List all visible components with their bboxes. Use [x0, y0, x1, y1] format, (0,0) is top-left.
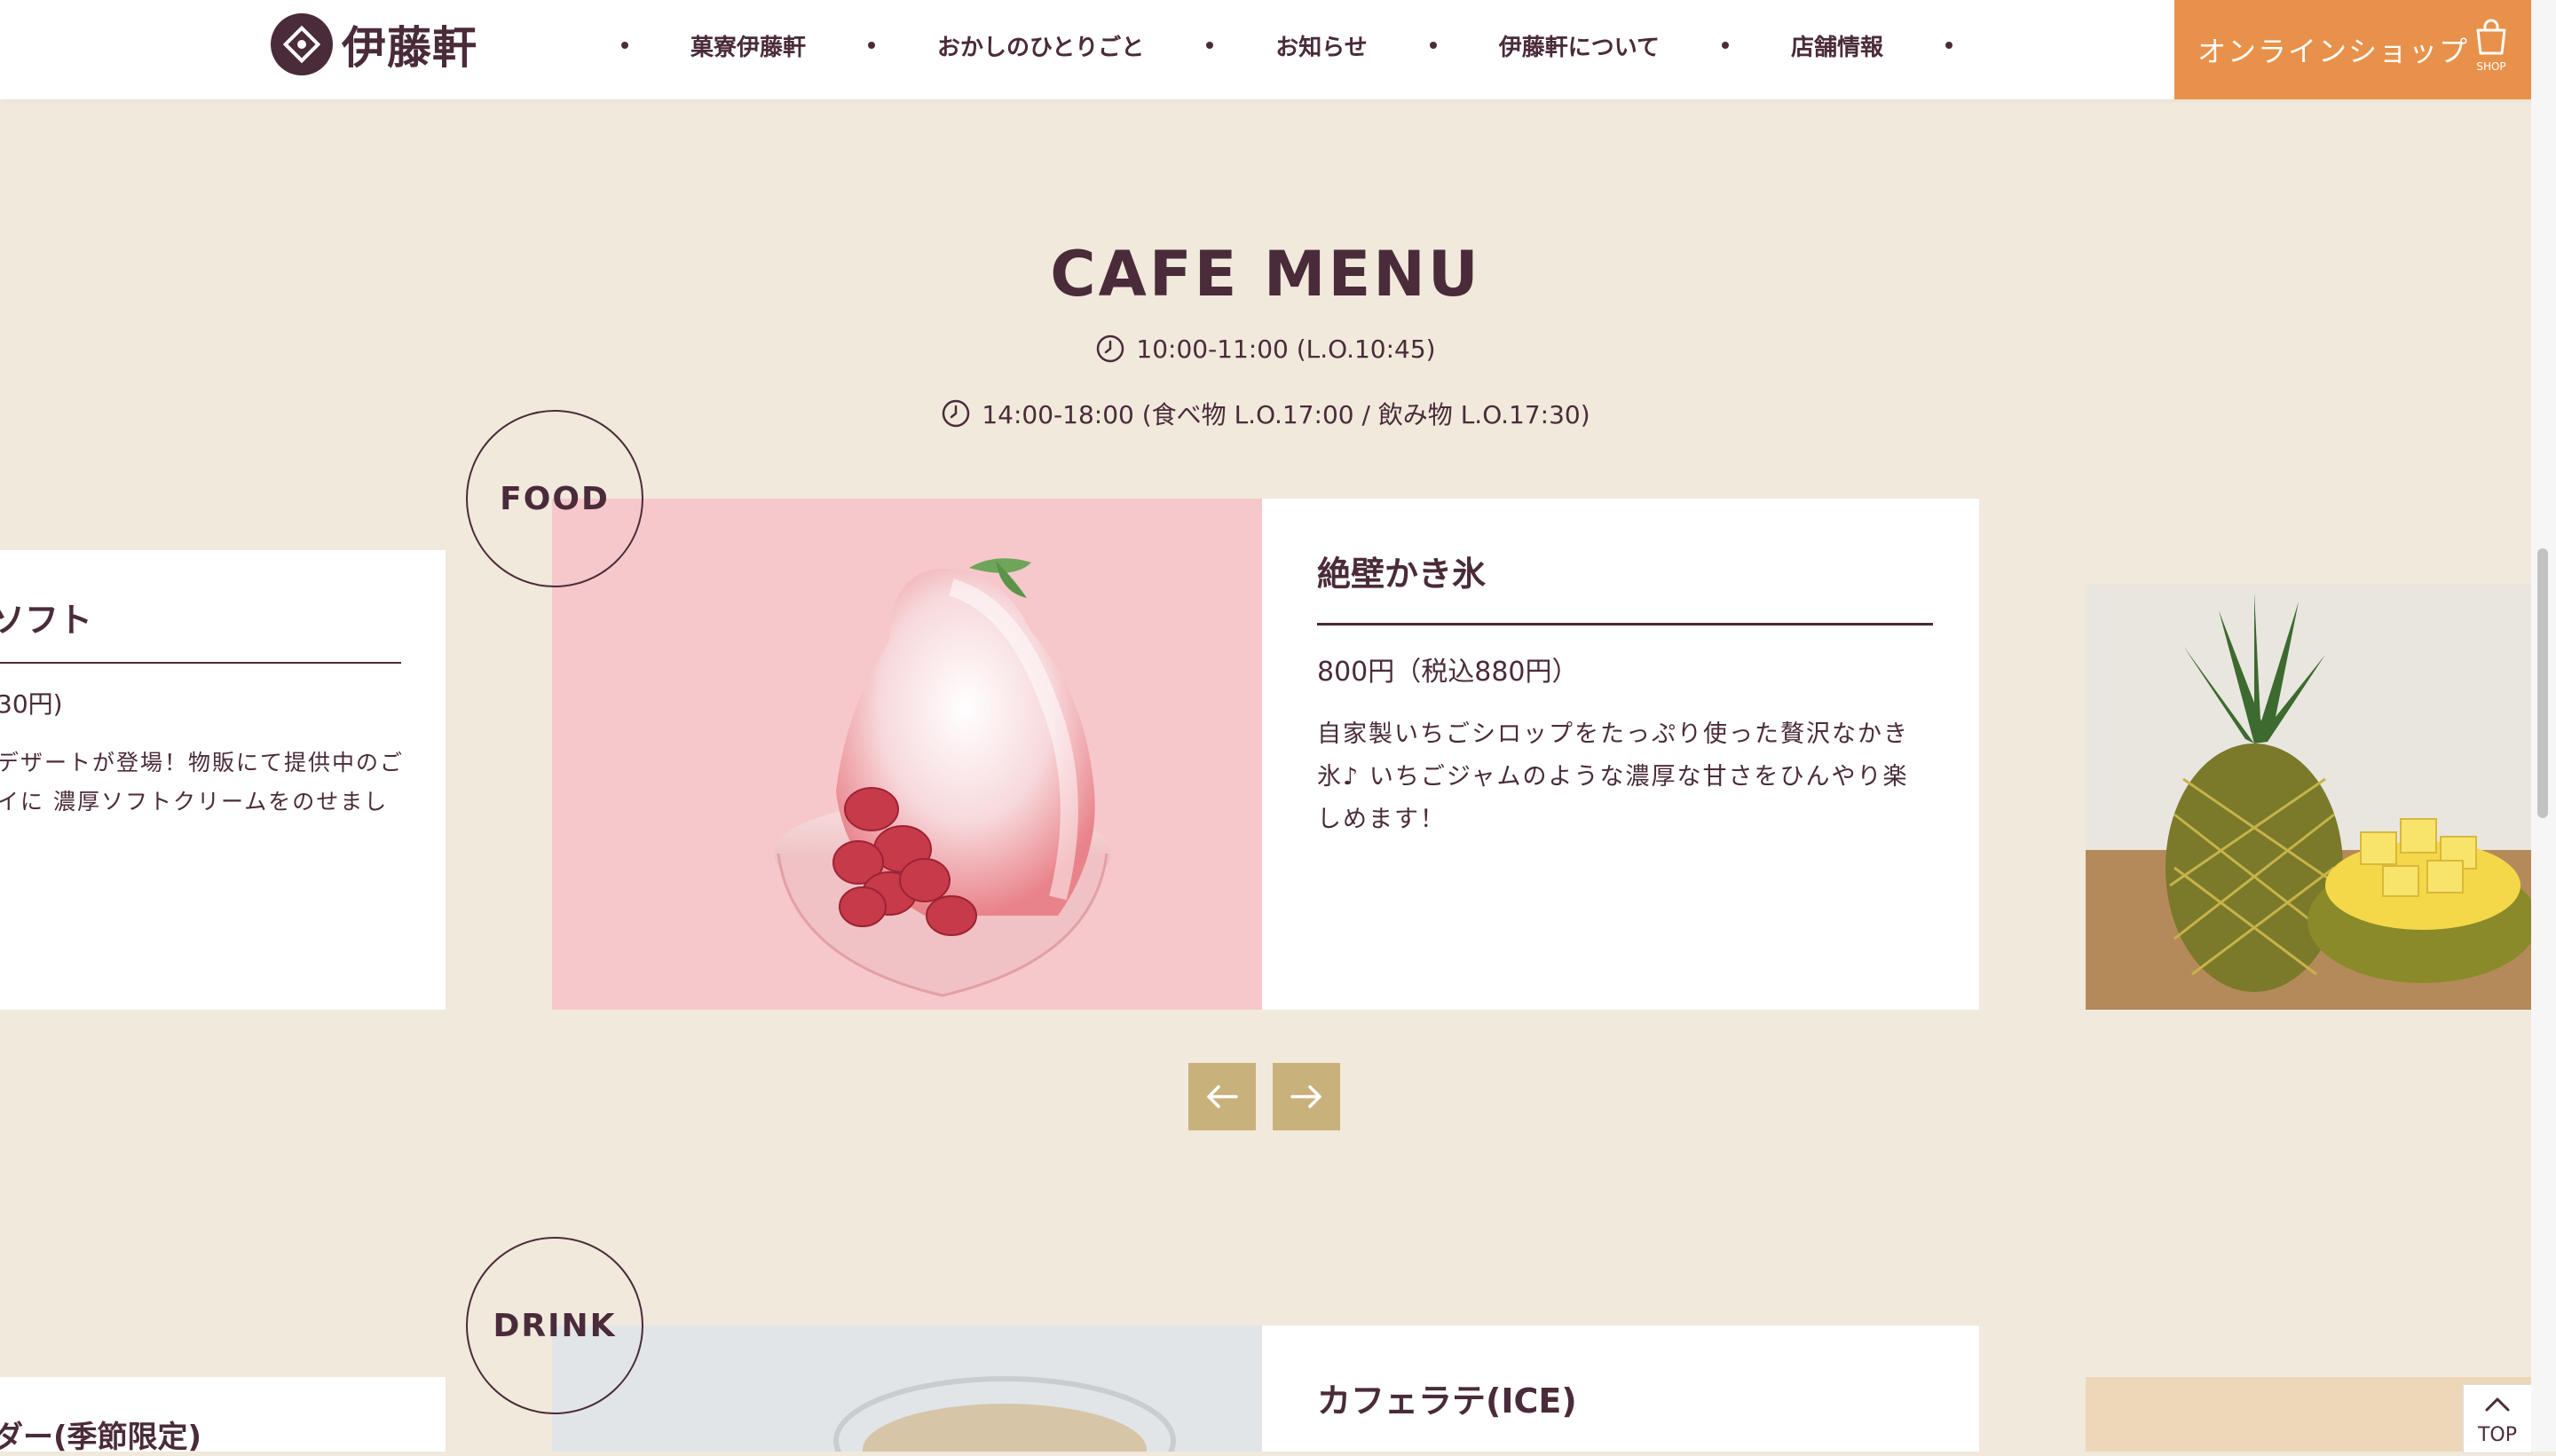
online-shop-label: オンラインショップ [2197, 35, 2470, 68]
cafe-menu-title: CAFE MENU [1050, 238, 1481, 311]
clock-icon [1097, 334, 1124, 363]
food-prev-card-price: 30円) [0, 689, 63, 719]
hours-morning-text: 10:00-11:00 (L.O.10:45) [1136, 334, 1436, 364]
arrow-left-icon [1207, 1085, 1238, 1108]
nav-item-blog[interactable]: おかしのひとりごと [875, 29, 1206, 62]
food-prev-card-desc-line1: デザートが登場！物販にて提供中のご [0, 750, 405, 775]
food-prev-card-title: ソフト [0, 601, 93, 640]
food-prev-card-desc-line2: イに 濃厚ソフトクリームをのせまし [0, 789, 389, 815]
shop-icon-caption: SHOP [2476, 60, 2506, 73]
back-to-top-button[interactable]: TOP [2463, 1384, 2532, 1453]
pineapple-photo [2086, 584, 2531, 1010]
food-card-title: 絶壁かき氷 [1317, 555, 1487, 594]
brand-name: 伊藤軒 [342, 21, 477, 74]
hours-afternoon-text: 14:00-18:00 (食べ物 L.O.17:00 / 飲み物 L.O.17:… [982, 400, 1590, 429]
nav-item-about[interactable]: 伊藤軒について [1437, 29, 1722, 62]
nav-item-stores[interactable]: 店舗情報 [1729, 29, 1945, 62]
drink-prev-card[interactable]: ダー(季節限定) [0, 1377, 446, 1455]
slider-next-button[interactable] [1273, 1063, 1340, 1130]
kakigori-photo [552, 499, 1262, 1010]
food-prev-card[interactable]: ソフト 30円) デザートが登場！物販にて提供中のご イに 濃厚ソフトクリームを… [0, 550, 446, 1010]
page-scrollbar-thumb[interactable] [2537, 548, 2548, 818]
food-card-price: 800円（税込880円） [1317, 657, 1579, 688]
food-category-label: FOOD [466, 410, 643, 587]
food-card-rule [1317, 623, 1933, 626]
nav-separator [1206, 42, 1214, 49]
nav-item-news[interactable]: お知らせ [1213, 29, 1429, 62]
logo-emblem-icon [271, 13, 333, 75]
clock-icon [943, 399, 970, 428]
back-to-top-label: TOP [2477, 1424, 2518, 1446]
food-prev-card-rule [0, 662, 401, 664]
shopping-bag-icon: SHOP [2469, 18, 2513, 76]
main-nav: 菓寮伊藤軒 おかしのひとりごと お知らせ 伊藤軒について 店舗情報 [621, 0, 1952, 91]
drink-active-card[interactable]: カフェラテ(ICE) [1262, 1326, 1979, 1452]
food-card-description: 自家製いちごシロップをたっぷり使った贅沢なかき氷♪ いちごジャムのような濃厚な甘… [1317, 720, 1909, 833]
hours-afternoon: 14:00-18:00 (食べ物 L.O.17:00 / 飲み物 L.O.17:… [0, 396, 2531, 431]
chevron-up-icon [2485, 1397, 2510, 1412]
nav-separator [1721, 42, 1729, 49]
site-header: 伊藤軒 菓寮伊藤軒 おかしのひとりごと お知らせ 伊藤軒について 店舗情報 オン… [0, 0, 2531, 99]
online-shop-button[interactable]: オンラインショップ SHOP [2174, 0, 2531, 99]
nav-item-karyo[interactable]: 菓寮伊藤軒 [628, 29, 868, 62]
slider-prev-button[interactable] [1188, 1063, 1256, 1130]
nav-separator [1945, 42, 1952, 49]
cafe-latte-photo [552, 1326, 1262, 1452]
drink-category-label: DRINK [466, 1237, 643, 1414]
arrow-right-icon [1290, 1085, 1321, 1108]
nav-separator [1429, 42, 1437, 49]
hours-morning: 10:00-11:00 (L.O.10:45) [0, 334, 2531, 364]
nav-separator [621, 42, 628, 49]
drink-card-title: カフェラテ(ICE) [1317, 1381, 1577, 1421]
drink-prev-card-title: ダー(季節限定) [0, 1420, 202, 1455]
nav-separator [868, 42, 876, 49]
brand-logo[interactable]: 伊藤軒 [271, 12, 477, 76]
food-active-card[interactable]: 絶壁かき氷 800円（税込880円） 自家製いちごシロップをたっぷり使った贅沢な… [1262, 499, 1979, 1010]
